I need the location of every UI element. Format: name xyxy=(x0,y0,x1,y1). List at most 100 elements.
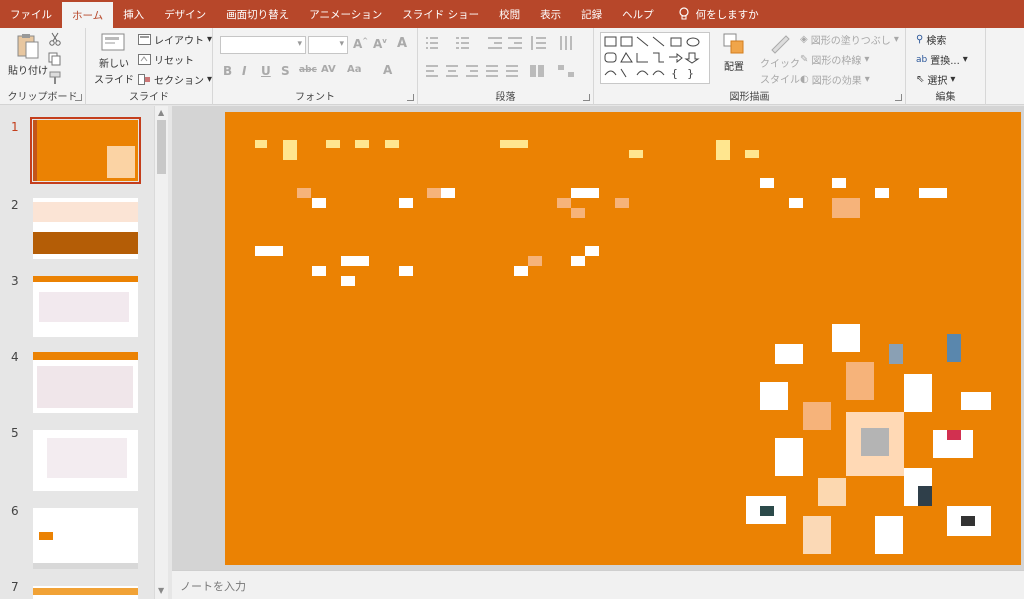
line-spacing-icon[interactable] xyxy=(530,36,546,50)
slide-text-fragment xyxy=(571,256,585,266)
slide-text-fragment xyxy=(760,178,774,188)
find-label: 検索 xyxy=(926,36,947,47)
photo-tile xyxy=(818,478,846,506)
reset-button[interactable]: リセット xyxy=(138,52,194,67)
slides-group-label: スライド xyxy=(129,92,169,103)
decrease-indent-icon[interactable] xyxy=(488,37,502,49)
paragraph-launcher-icon[interactable] xyxy=(583,94,590,101)
tab-transitions[interactable]: 画面切り替え xyxy=(216,0,299,28)
grow-font-icon[interactable]: A^ xyxy=(353,37,368,51)
format-painter-icon[interactable] xyxy=(48,71,62,85)
font-size-combo[interactable] xyxy=(308,36,348,54)
shapes-gallery[interactable]: {} xyxy=(600,32,710,84)
drawing-launcher-icon[interactable] xyxy=(895,94,902,101)
thumbnail-scrollbar[interactable]: ▲ ▼ xyxy=(154,106,168,599)
lightbulb-icon xyxy=(679,7,689,20)
copy-icon[interactable] xyxy=(48,52,62,66)
photo-tile xyxy=(760,382,788,410)
bold-icon[interactable]: B xyxy=(223,64,232,78)
font-color-icon[interactable]: A xyxy=(383,63,392,77)
columns-icon[interactable] xyxy=(530,65,544,77)
chevron-down-icon: ▾ xyxy=(962,54,968,65)
section-button[interactable]: セクション ▾ xyxy=(138,72,212,87)
tab-record[interactable]: 記録 xyxy=(571,0,612,28)
font-launcher-icon[interactable] xyxy=(407,94,414,101)
notes-pane[interactable]: ノートを入力 xyxy=(172,570,1024,599)
slide-thumbnail-5[interactable] xyxy=(33,430,138,491)
slide-text-fragment xyxy=(571,208,585,218)
scrollbar-thumb[interactable] xyxy=(157,120,166,174)
tab-view[interactable]: 表示 xyxy=(530,0,571,28)
find-button[interactable]: ⚲ 検索 xyxy=(916,32,946,47)
slide-text-fragment xyxy=(312,198,326,208)
shape-effect-button[interactable]: ◐ 図形の効果 ▾ xyxy=(800,72,870,87)
underline-icon[interactable]: U xyxy=(261,64,271,78)
clipboard-group: 貼り付け クリップボード xyxy=(0,28,86,105)
pen-icon: ✎ xyxy=(800,54,809,65)
tab-review[interactable]: 校閲 xyxy=(489,0,530,28)
tab-design[interactable]: デザイン xyxy=(154,0,216,28)
italic-icon[interactable]: I xyxy=(242,64,246,78)
notes-placeholder: ノートを入力 xyxy=(180,580,246,593)
replace-button[interactable]: ab 置換... ▾ xyxy=(916,52,968,67)
strikethrough-icon[interactable]: abc xyxy=(299,65,317,75)
tab-home[interactable]: ホーム xyxy=(62,2,114,28)
text-direction-icon[interactable] xyxy=(558,36,574,50)
select-button[interactable]: ⇖ 選択 ▾ xyxy=(916,72,955,87)
paste-button[interactable]: 貼り付け xyxy=(8,32,48,77)
quick-style-button[interactable]: クイック スタイル xyxy=(760,32,800,86)
bullets-icon[interactable] xyxy=(426,37,450,49)
font-name-combo[interactable] xyxy=(220,36,306,54)
font-group: A^ Av A B I U S abc AV Aa A フォント xyxy=(213,28,418,105)
slide-text-fragment xyxy=(789,198,803,208)
new-slide-icon xyxy=(101,33,125,51)
clipboard-launcher-icon[interactable] xyxy=(75,94,82,101)
arrange-button[interactable]: 配置 xyxy=(722,32,746,73)
photo-tile xyxy=(775,344,803,364)
slide-text-fragment xyxy=(832,178,846,188)
align-right-icon[interactable] xyxy=(466,65,478,77)
slide-thumbnail-4[interactable] xyxy=(33,352,138,413)
numbering-icon[interactable] xyxy=(456,37,480,49)
slide-text-fragment xyxy=(615,198,629,208)
char-spacing-icon[interactable]: AV xyxy=(321,64,336,75)
current-slide-canvas[interactable] xyxy=(225,112,1021,565)
slide-thumbnail-1[interactable] xyxy=(30,117,141,184)
tab-file[interactable]: ファイル xyxy=(0,0,62,28)
tell-me-box[interactable]: 何をしますか xyxy=(664,0,759,28)
scroll-down-icon[interactable]: ▼ xyxy=(158,586,164,595)
photo-tile xyxy=(803,402,831,430)
tab-help[interactable]: ヘルプ xyxy=(612,0,664,28)
slide-number-5: 5 xyxy=(11,426,19,440)
distributed-icon[interactable] xyxy=(506,65,518,77)
shape-outline-button[interactable]: ✎ 図形の枠線 ▾ xyxy=(800,52,869,67)
photo-tile xyxy=(918,486,932,506)
slide-thumbnail-7[interactable] xyxy=(33,586,138,599)
slide-thumbnail-2[interactable] xyxy=(33,198,138,259)
tab-animations[interactable]: アニメーション xyxy=(299,0,392,28)
change-case-icon[interactable]: Aa xyxy=(347,64,362,75)
increase-indent-icon[interactable] xyxy=(508,37,522,49)
slide-thumbnail-3[interactable] xyxy=(33,276,138,337)
tab-insert[interactable]: 挿入 xyxy=(113,0,154,28)
shrink-font-icon[interactable]: Av xyxy=(373,37,387,51)
new-slide-button[interactable]: 新しい スライド xyxy=(94,32,134,86)
slide-thumbnail-6[interactable] xyxy=(33,508,138,569)
slide-text-fragment xyxy=(283,140,297,160)
clear-format-icon[interactable]: A xyxy=(397,36,407,51)
tab-slideshow[interactable]: スライド ショー xyxy=(392,0,489,28)
justify-icon[interactable] xyxy=(486,65,498,77)
slide-text-fragment xyxy=(716,140,730,160)
align-center-icon[interactable] xyxy=(446,65,458,77)
slide-text-fragment xyxy=(557,198,571,208)
shape-fill-button[interactable]: ◈ 図形の塗りつぶし ▾ xyxy=(800,32,899,47)
cut-icon[interactable] xyxy=(48,32,62,46)
photo-tile xyxy=(904,374,932,412)
smartart-icon[interactable] xyxy=(558,65,574,77)
align-left-icon[interactable] xyxy=(426,65,438,77)
shadow-icon[interactable]: S xyxy=(281,64,290,78)
scroll-up-icon[interactable]: ▲ xyxy=(158,108,164,117)
replace-label: 置換... xyxy=(930,56,960,67)
layout-button[interactable]: レイアウト ▾ xyxy=(138,32,212,47)
photo-tile xyxy=(760,506,774,516)
